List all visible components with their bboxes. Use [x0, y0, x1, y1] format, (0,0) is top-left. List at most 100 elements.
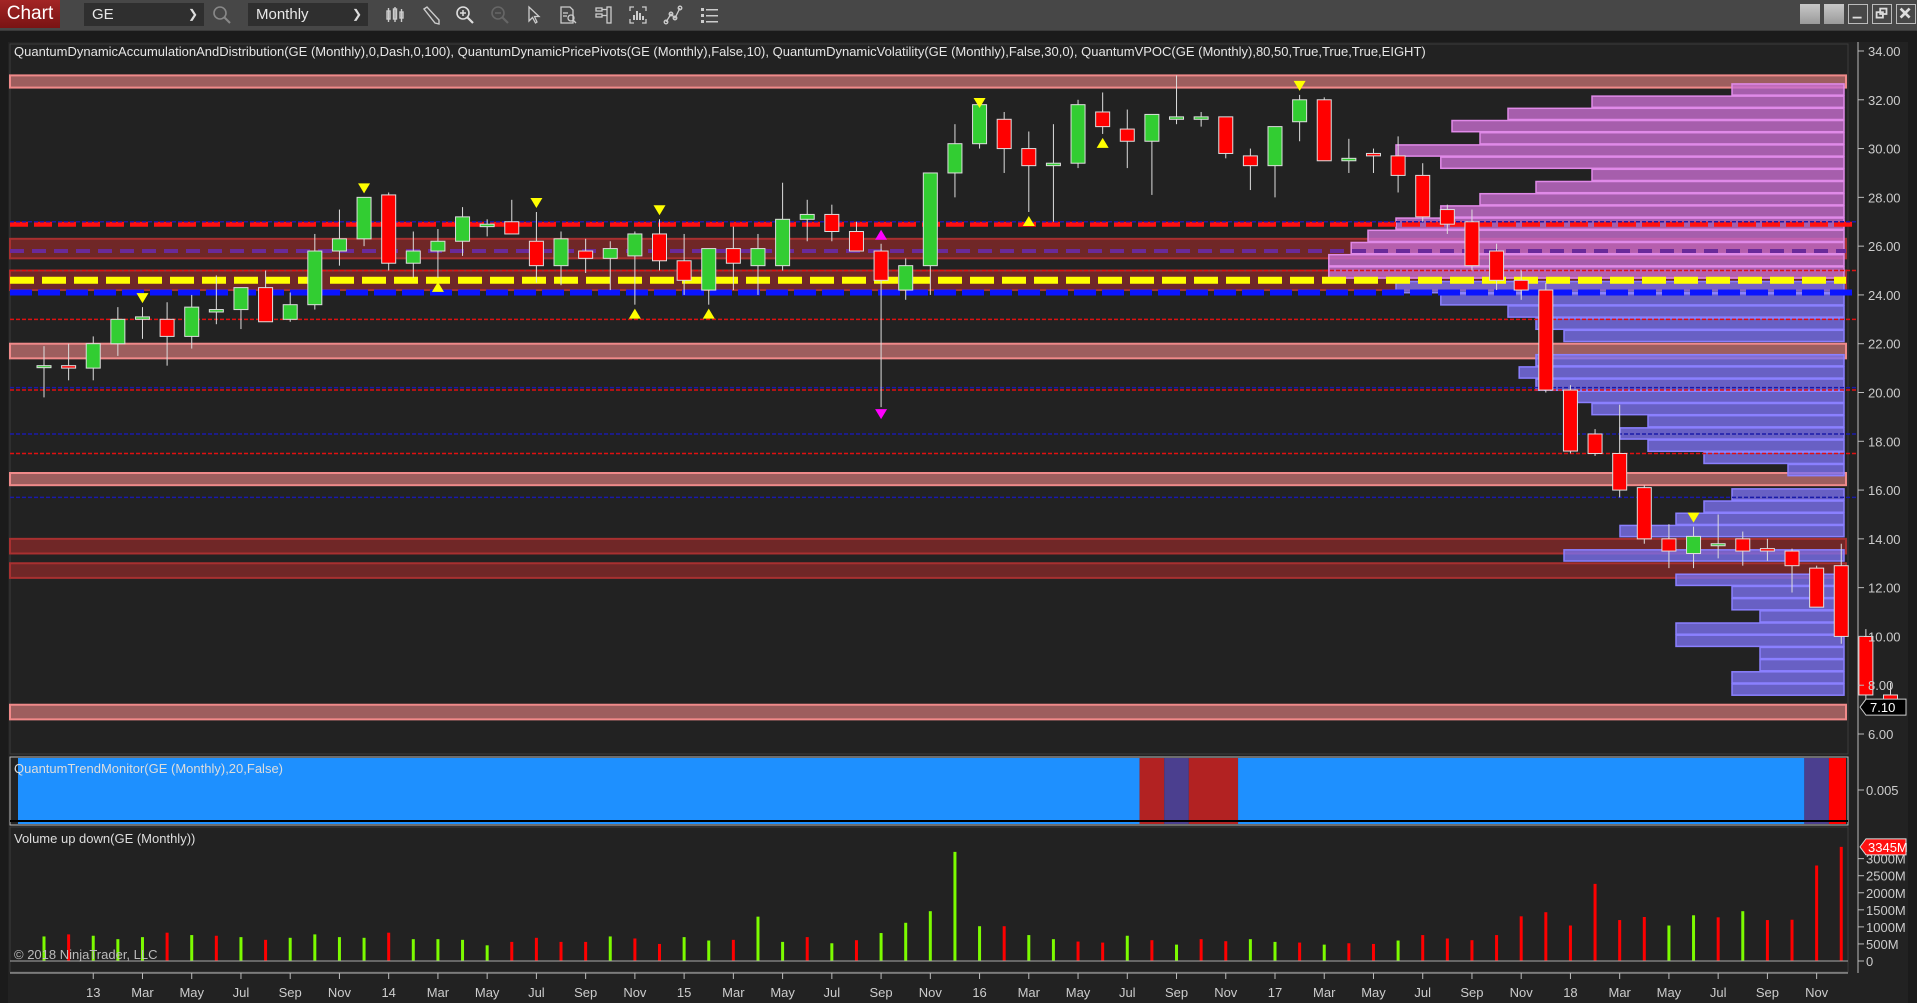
minimize-icon[interactable] [1848, 4, 1868, 24]
candle-body [85, 343, 101, 369]
price-tick-label: 6.00 [1868, 727, 1893, 742]
trend-segment [1188, 758, 1239, 824]
candle-body [602, 248, 618, 259]
last-price-label: 7.10 [1870, 700, 1895, 715]
candle-body [159, 318, 175, 337]
price-tick-label: 8.00 [1868, 678, 1893, 693]
vpoc-row [1759, 658, 1845, 672]
candle-body [1735, 538, 1751, 552]
instrument-value: GE [92, 6, 114, 23]
candle-body [578, 250, 594, 259]
close-icon[interactable] [1896, 4, 1916, 24]
time-tick-label: Jul [824, 985, 841, 1000]
time-tick-label: 15 [677, 985, 691, 1000]
tile-icon[interactable] [1824, 4, 1844, 24]
candle-body [1415, 174, 1431, 218]
candle-body [233, 287, 249, 311]
time-tick-label: May [475, 985, 500, 1000]
chart-area[interactable]: 34.00 32.00 30.00 28.00 26.00 24.00 22.00 20.00… [8, 42, 1908, 1003]
trend-monitor-header: QuantumTrendMonitor(GE (Monthly),20,Fals… [14, 761, 283, 776]
vpoc-row [1563, 549, 1845, 562]
zone-band [9, 562, 1847, 579]
trend-segment [1238, 758, 1805, 824]
price-tick-label: 10.00 [1868, 629, 1901, 644]
candle-body [61, 365, 77, 369]
drawing-objects-icon[interactable] [698, 4, 720, 26]
data-box-icon[interactable] [557, 4, 579, 26]
time-tick-label: Jul [1119, 985, 1136, 1000]
vpoc-row [1759, 610, 1845, 623]
instrument-selector[interactable]: GE ❯ [84, 3, 204, 26]
candle-body [430, 240, 446, 252]
restore-icon[interactable] [1872, 4, 1892, 24]
candle-body [1193, 116, 1209, 120]
candle-body [922, 172, 938, 267]
chart-properties-icon[interactable] [593, 4, 615, 26]
candle-body [824, 213, 840, 233]
vpoc-row [1731, 671, 1845, 684]
candle-body [1562, 389, 1578, 452]
vpoc-row [1479, 192, 1845, 206]
zoom-out-icon[interactable] [489, 4, 511, 26]
candle-body [1833, 565, 1849, 637]
time-tick-label: 17 [1268, 985, 1282, 1000]
time-tick-label: Nov [1510, 985, 1534, 1000]
time-tick-label: Jul [528, 985, 545, 1000]
candle-body [381, 194, 397, 264]
chart-tab[interactable]: Chart [0, 0, 60, 28]
vpoc-row [1328, 266, 1845, 279]
candle-body [282, 304, 298, 320]
time-tick-label: May [1657, 985, 1682, 1000]
price-tick-label: 30.00 [1868, 142, 1901, 157]
chart-toolbar: Chart GE ❯ Monthly ❯ [0, 0, 1917, 31]
candle-body [676, 260, 692, 281]
time-tick-label: Jul [1710, 985, 1727, 1000]
vpoc-row [1507, 107, 1845, 121]
pointer-icon[interactable] [523, 4, 545, 26]
candle-body [1021, 148, 1037, 167]
candle-body [947, 143, 963, 174]
last-volume-label: 3345M [1868, 840, 1908, 855]
trend-segment [1164, 758, 1189, 824]
time-tick-label: Mar [427, 985, 450, 1000]
bar-type-icon[interactable] [384, 4, 406, 26]
price-tick-label: 26.00 [1868, 239, 1901, 254]
price-tick-label: 18.00 [1868, 434, 1901, 449]
trend-monitor-segments [18, 758, 1846, 824]
vpoc-row [1731, 488, 1845, 501]
vpoc-row [1675, 634, 1845, 648]
candle-body [1612, 452, 1628, 491]
vpoc-row [1563, 329, 1845, 343]
candle-body [1513, 279, 1529, 291]
search-icon[interactable] [211, 4, 233, 26]
trend-segment [1828, 758, 1846, 824]
volume-tick-label: 1500M [1866, 903, 1906, 918]
candle-body [1341, 157, 1357, 162]
vpoc-row [1328, 253, 1845, 267]
pencil-draw-icon[interactable] [420, 4, 442, 26]
interval-selector[interactable]: Monthly ❯ [248, 3, 368, 26]
time-tick-label: Nov [1805, 985, 1829, 1000]
vpoc-row [1395, 144, 1845, 157]
vpoc-row [1367, 229, 1845, 243]
vpoc-row [1479, 131, 1845, 145]
candle-body [405, 250, 421, 264]
interval-value: Monthly [256, 6, 309, 23]
time-tick-label: Mar [1313, 985, 1336, 1000]
vpoc-row [1518, 366, 1845, 379]
candle-body [504, 221, 520, 235]
tile-icon[interactable] [1800, 4, 1820, 24]
candle-body [1390, 155, 1406, 176]
zoom-in-icon[interactable] [454, 4, 476, 26]
time-tick-label: Mar [1608, 985, 1631, 1000]
time-tick-label: 14 [381, 985, 395, 1000]
chart-canvas[interactable]: 34.00 32.00 30.00 28.00 26.00 24.00 22.00 20.00… [8, 42, 1908, 1003]
candle-body [1489, 250, 1505, 281]
trend-axis-label: 0.005 [1866, 783, 1899, 798]
candle-body [1587, 433, 1603, 454]
strategies-icon[interactable] [662, 4, 684, 26]
indicators-icon[interactable] [627, 4, 649, 26]
time-tick-label: Jul [1414, 985, 1431, 1000]
vpoc-row [1591, 95, 1845, 109]
candle-body [1242, 155, 1258, 167]
